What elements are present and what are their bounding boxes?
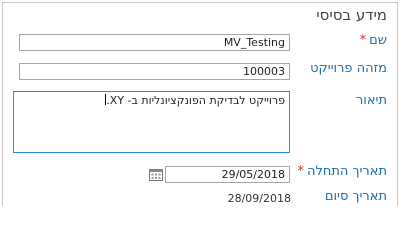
section-title: מידע בסיסי xyxy=(316,6,387,24)
description-text: פרוייקט לבדיקת הפונקציונליות ב- XY. xyxy=(106,94,285,107)
start-date-label: תאריך התחלה* xyxy=(297,164,387,179)
name-field[interactable]: MV_Testing xyxy=(19,34,290,51)
basic-info-panel: מידע בסיסי שם* MV_Testing מזהה פרוייקט 1… xyxy=(2,2,398,206)
end-date-value: 28/09/2018 xyxy=(227,192,291,205)
end-date-label: תאריך סיום xyxy=(324,189,387,204)
required-mark: * xyxy=(359,33,367,48)
name-label-text: שם xyxy=(369,33,387,48)
name-label: שם* xyxy=(360,33,387,48)
start-date-field[interactable]: 29/05/2018 xyxy=(165,166,290,183)
start-date-label-text: תאריך התחלה xyxy=(306,164,387,179)
required-mark: * xyxy=(297,164,304,179)
description-label: תיאור xyxy=(355,93,387,108)
calendar-icon[interactable] xyxy=(149,168,163,181)
project-id-label: מזהה פרוייקט xyxy=(310,61,387,76)
description-textarea[interactable]: פרוייקט לבדיקת הפונקציונליות ב- XY. xyxy=(13,91,290,153)
project-id-field[interactable]: 100003 xyxy=(19,63,290,80)
